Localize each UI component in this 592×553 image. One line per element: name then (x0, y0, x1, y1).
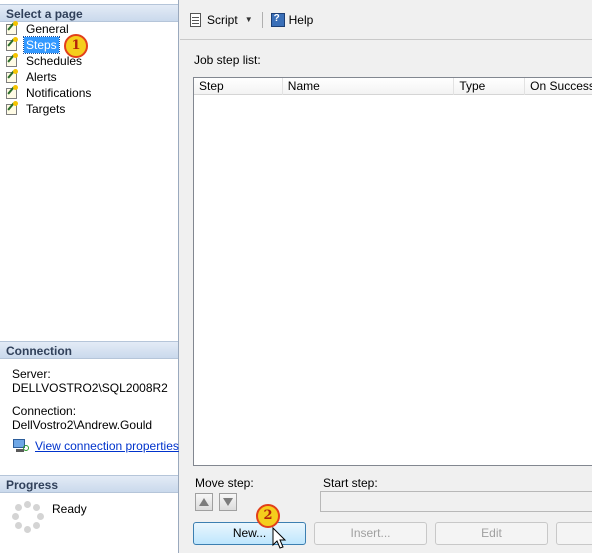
edit-step-button[interactable]: Edit (435, 522, 548, 545)
progress-spinner-icon (12, 501, 44, 533)
page-item-steps[interactable]: Steps (4, 36, 174, 54)
view-connection-properties[interactable]: View connection properties (12, 438, 179, 454)
mouse-pointer-icon (272, 527, 287, 549)
chevron-down-icon[interactable]: ▼ (245, 15, 253, 24)
callout-2: 2 (256, 504, 280, 528)
wizard-page-icon (4, 101, 20, 116)
help-label: Help (288, 12, 314, 27)
page-label: Steps (23, 36, 60, 54)
job-step-grid[interactable]: Step Name Type On Success (193, 77, 592, 466)
wizard-page-icon (4, 53, 20, 68)
progress-text: Ready (52, 502, 87, 516)
toolbar-separator (261, 11, 263, 28)
left-panel: Select a page General Steps Schedules Al… (0, 0, 179, 553)
script-icon (188, 12, 204, 28)
insert-step-button[interactable]: Insert... (314, 522, 427, 545)
help-button[interactable]: ? Help (267, 9, 317, 31)
progress-header: Progress (0, 475, 178, 493)
start-step-label: Start step: (323, 476, 378, 490)
page-item-targets[interactable]: Targets (4, 101, 174, 117)
page-label: General (26, 22, 69, 36)
callout-1: 1 (64, 34, 88, 58)
new-step-button[interactable]: New... (193, 522, 306, 545)
page-item-alerts[interactable]: Alerts (4, 69, 174, 85)
delete-step-button[interactable] (556, 522, 592, 545)
wizard-page-icon (4, 21, 20, 36)
view-connection-properties-link[interactable]: View connection properties (35, 439, 179, 453)
select-page-header: Select a page (0, 4, 178, 22)
job-step-list-label: Job step list: (194, 53, 261, 67)
server-label: Server: (12, 367, 51, 381)
page-item-notifications[interactable]: Notifications (4, 85, 174, 101)
connection-info: Server: DELLVOSTRO2\SQL2008R2 Connection… (12, 367, 177, 432)
server-connection-icon (12, 438, 30, 454)
script-button[interactable]: Script ▼ (185, 9, 256, 31)
server-value: DELLVOSTRO2\SQL2008R2 (12, 381, 168, 395)
page-item-general[interactable]: General (4, 21, 174, 37)
page-item-schedules[interactable]: Schedules (4, 53, 174, 69)
column-header-type[interactable]: Type (454, 78, 526, 95)
progress-status: Ready (12, 501, 87, 533)
grid-header: Step Name Type On Success (194, 78, 592, 95)
connection-label: Connection: (12, 404, 77, 418)
arrow-down-icon (223, 498, 233, 506)
connection-value: DellVostro2\Andrew.Gould (12, 418, 153, 432)
wizard-page-icon (4, 69, 20, 84)
page-list: General Steps Schedules Alerts Notificat… (4, 21, 174, 117)
column-header-step[interactable]: Step (194, 78, 283, 95)
page-label: Alerts (26, 70, 57, 84)
wizard-page-icon (4, 37, 20, 52)
column-header-on-success[interactable]: On Success (525, 78, 592, 95)
start-step-select[interactable] (320, 491, 592, 512)
connection-header: Connection (0, 341, 178, 359)
arrow-up-icon (199, 498, 209, 506)
wizard-page-icon (4, 85, 20, 100)
column-header-name[interactable]: Name (283, 78, 455, 95)
page-label: Notifications (26, 86, 92, 100)
move-step-label: Move step: (195, 476, 254, 490)
page-label: Targets (26, 102, 66, 116)
script-label: Script (207, 12, 238, 27)
toolbar: Script ▼ ? Help (180, 0, 592, 40)
move-down-button[interactable] (219, 493, 237, 511)
move-up-button[interactable] (195, 493, 213, 511)
help-icon: ? (270, 12, 286, 28)
